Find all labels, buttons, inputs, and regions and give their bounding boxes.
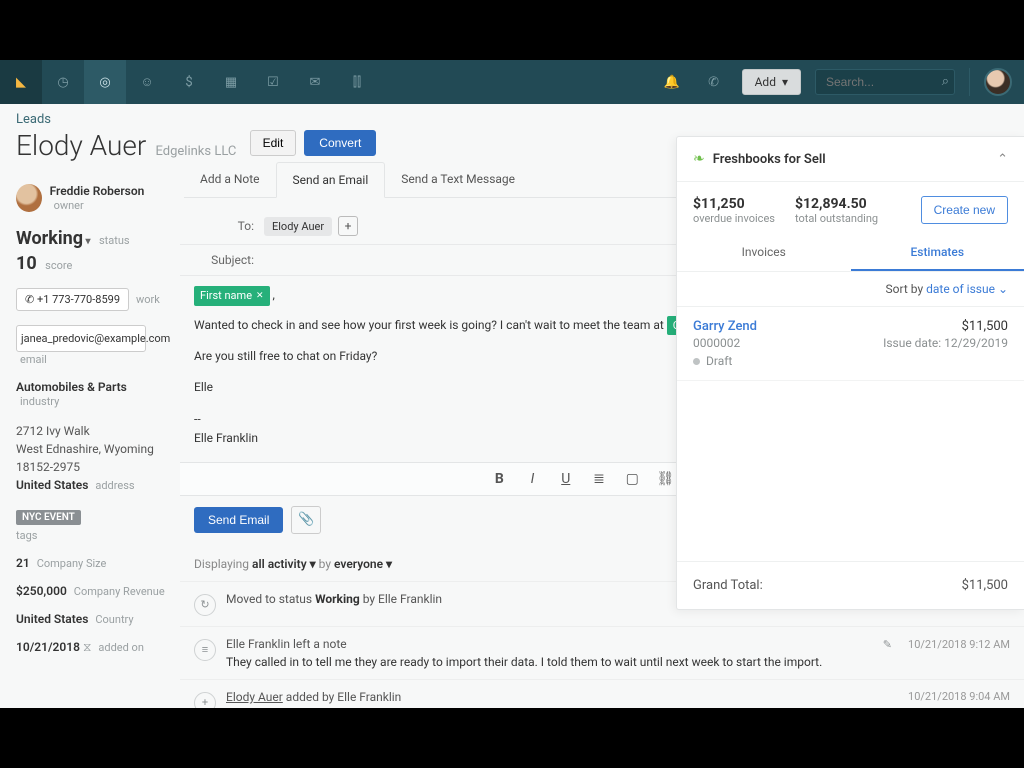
company-revenue-label: Company Revenue [74,585,165,598]
industry-label: industry [20,395,59,408]
outstanding-label: total outstanding [795,212,878,225]
chevron-down-icon[interactable]: ▾ [83,236,91,247]
to-label: To: [194,219,254,233]
tab-add-note[interactable]: Add a Note [184,162,276,197]
add-recipient-button[interactable]: + [338,216,358,236]
logo-icon[interactable]: ◣ [0,60,42,104]
overdue-amount: $11,250 [693,196,775,212]
add-button[interactable]: Add ▾ [742,69,801,95]
phone-icon: ✆ [25,293,37,306]
estimate-contact-link[interactable]: Garry Zend [693,319,757,334]
chevron-down-icon: ▾ [782,75,788,89]
company-revenue-value: $250,000 [16,584,67,598]
activity-filter-who[interactable]: everyone ▾ [334,557,392,571]
recipient-chip[interactable]: Elody Auer [264,217,332,236]
company-size-value: 21 [16,556,30,570]
nav-reports-icon[interactable]: ⫿⫿ [336,60,378,104]
country-label: Country [95,613,133,626]
sort-label: Sort by [886,282,927,296]
company-size-label: Company Size [37,557,107,570]
owner-name: Freddie Roberson [50,184,145,198]
search-input[interactable] [815,69,955,95]
added-on-value: 10/21/2018 [16,640,80,654]
activity-lead-link[interactable]: Elody Auer [226,690,283,704]
close-icon[interactable]: ✕ [256,289,264,303]
estimate-issue-date: Issue date: 12/29/2019 [883,336,1008,350]
outstanding-amount: $12,894.50 [795,196,878,212]
address-line3: United States [16,478,88,492]
status-change-icon: ↻ [194,594,216,616]
email-chip[interactable]: janea_predovic@example.com [16,325,146,352]
estimate-status: Draft [706,354,732,368]
top-nav: ◣ ◷ ◎ ☺ $ ▦ ☑ ✉ ⫿⫿ 🔔 ✆ Add ▾ ⌕ [0,60,1024,104]
address-line1: 2712 Ivy Walk [16,422,170,440]
email-label: email [20,353,47,366]
chevron-down-icon: ⌄ [998,282,1008,296]
nav-dashboard-icon[interactable]: ◷ [42,60,84,104]
phone-chip[interactable]: ✆ +1 773-770-8599 [16,288,129,311]
create-new-button[interactable]: Create new [921,196,1008,224]
nav-deals-icon[interactable]: $ [168,60,210,104]
search-icon: ⌕ [942,74,949,89]
lead-details-sidebar: Freddie Roberson owner Working ▾ status … [0,104,180,708]
added-icon: + [194,692,216,708]
tag-chip[interactable]: NYC EVENT [16,510,81,525]
lead-name: Elody Auer [16,129,146,162]
user-avatar[interactable] [984,68,1012,96]
country-value: United States [16,612,88,626]
grand-total-label: Grand Total: [693,578,763,593]
nav-leads-icon[interactable]: ◎ [84,60,126,104]
collapse-panel-button[interactable]: ⌃ [997,152,1008,167]
subject-label: Subject: [194,253,254,267]
status-dot-icon [693,358,700,365]
score-label: score [45,259,72,272]
list-button[interactable]: ≣ [584,471,614,487]
overdue-label: overdue invoices [693,212,775,225]
estimate-amount: $11,500 [962,319,1008,334]
sort-dropdown[interactable]: date of issue ⌄ [926,282,1008,296]
address-line2: West Ednashire, Wyoming 18152-2975 [16,440,170,476]
tab-send-text[interactable]: Send a Text Message [385,162,531,197]
attach-button[interactable]: 📎 [291,506,321,534]
phone-label: work [136,293,160,306]
freshbooks-panel: ❧ Freshbooks for Sell ⌃ $11,250 overdue … [676,136,1024,610]
owner-role-label: owner [54,199,84,212]
panel-title: Freshbooks for Sell [713,152,826,167]
lead-score: 10 [16,253,37,274]
tags-label: tags [16,529,170,542]
nav-tasks-icon[interactable]: ☑ [252,60,294,104]
underline-button[interactable]: U [551,471,581,487]
estimate-number: 0000002 [693,336,740,350]
nav-contacts-icon[interactable]: ☺ [126,60,168,104]
search-input-wrapper: ⌕ [815,69,955,95]
bell-icon[interactable]: 🔔 [658,75,686,90]
owner-avatar [16,184,42,212]
tab-send-email[interactable]: Send an Email [276,162,386,198]
italic-button[interactable]: I [518,471,548,487]
nav-comms-icon[interactable]: ✉ [294,60,336,104]
added-on-label: added on [98,641,144,654]
bold-button[interactable]: B [484,471,514,487]
estimate-row: Garry Zend $11,500 0000002 Issue date: 1… [677,307,1024,381]
grand-total-amount: $11,500 [962,578,1008,593]
tab-estimates[interactable]: Estimates [851,235,1024,271]
image-button[interactable]: ▢ [617,471,647,487]
clock-icon: ⧖ [83,640,91,654]
address-label: address [95,479,134,492]
first-name-merge-tag[interactable]: First name✕ [194,286,270,306]
phone-icon[interactable]: ✆ [700,75,728,90]
industry-value: Automobiles & Parts [16,380,127,394]
send-email-button[interactable]: Send Email [194,507,283,533]
note-icon: ≡ [194,639,216,661]
nav-calendar-icon[interactable]: ▦ [210,60,252,104]
tab-invoices[interactable]: Invoices [677,235,851,271]
status-label: status [99,234,130,247]
lead-status[interactable]: Working [16,228,83,249]
freshbooks-icon: ❧ [693,151,705,167]
panel-spacer [677,381,1024,561]
activity-filter-type[interactable]: all activity ▾ [252,557,316,571]
